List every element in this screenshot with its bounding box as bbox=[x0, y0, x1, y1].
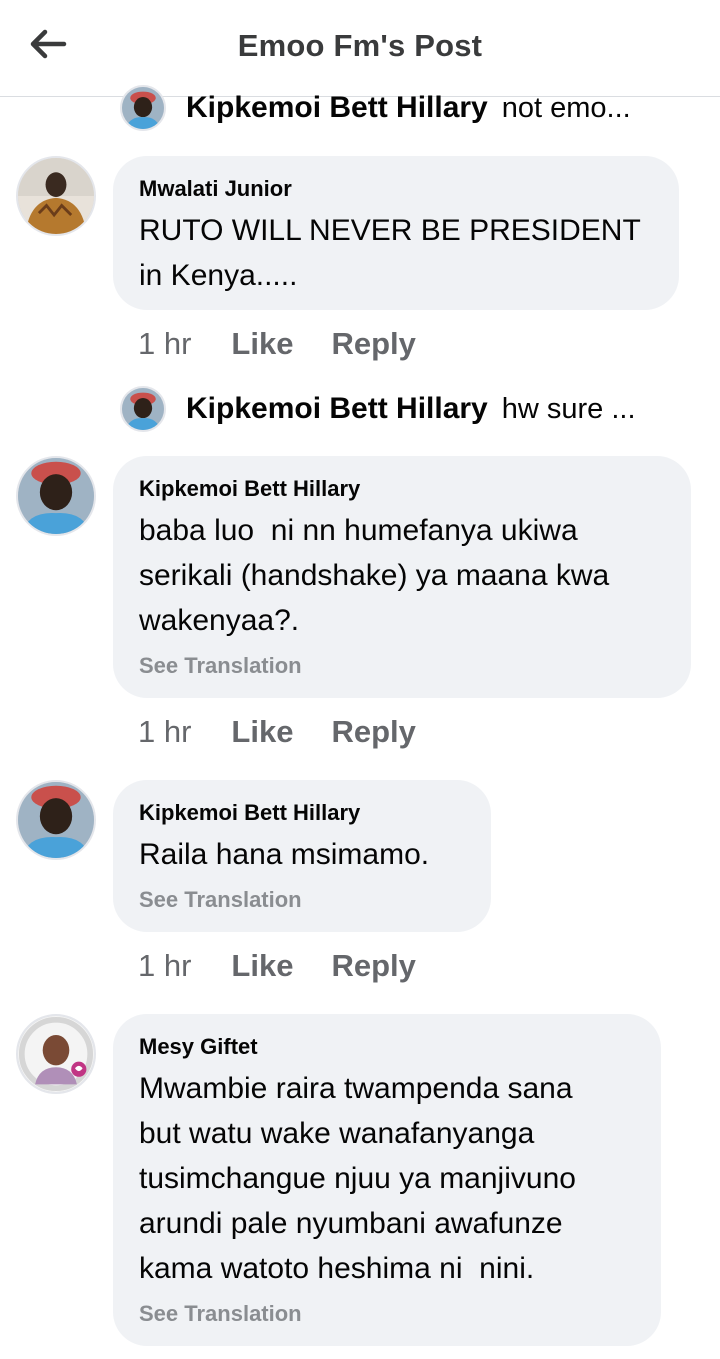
profile-photo bbox=[122, 87, 164, 129]
avatar[interactable] bbox=[120, 386, 166, 432]
comment-text: Mwambie raira twampenda sana but watu wa… bbox=[139, 1072, 576, 1285]
reply-author[interactable]: Kipkemoi Bett Hillary bbox=[186, 91, 488, 125]
comment-author[interactable]: Kipkemoi Bett Hillary bbox=[139, 800, 465, 826]
like-button[interactable]: Like bbox=[231, 948, 293, 984]
avatar[interactable] bbox=[16, 780, 96, 860]
top-bar: Emoo Fm's Post bbox=[0, 0, 720, 97]
avatar[interactable] bbox=[120, 85, 166, 131]
avatar[interactable] bbox=[16, 456, 96, 536]
comment-author[interactable]: Mwalati Junior bbox=[139, 176, 653, 202]
like-button[interactable]: Like bbox=[231, 326, 293, 362]
reply-button[interactable]: Reply bbox=[331, 326, 415, 362]
comment-actions: 1 hr Like Reply bbox=[138, 948, 454, 984]
profile-photo bbox=[18, 782, 94, 858]
reply-snippet: hw sure ... bbox=[501, 392, 636, 425]
comment-time[interactable]: 1 hr bbox=[138, 948, 191, 984]
reply-author[interactable]: Kipkemoi Bett Hillary bbox=[186, 392, 488, 426]
avatar[interactable] bbox=[16, 1014, 96, 1094]
see-translation-link[interactable]: See Translation bbox=[139, 1301, 635, 1327]
comment-bubble[interactable]: Kipkemoi Bett Hillary Raila hana msimamo… bbox=[113, 780, 491, 932]
comment-bubble[interactable]: Mwalati Junior RUTO WILL NEVER BE PRESID… bbox=[113, 156, 679, 310]
reply-preview[interactable]: Kipkemoi Bett Hillary not emo... bbox=[120, 85, 631, 131]
profile-photo bbox=[18, 1016, 94, 1092]
comment-time[interactable]: 1 hr bbox=[138, 326, 191, 362]
comment-author[interactable]: Kipkemoi Bett Hillary bbox=[139, 476, 665, 502]
profile-photo bbox=[18, 158, 94, 234]
avatar[interactable] bbox=[16, 156, 96, 236]
reply-snippet: not emo... bbox=[501, 91, 631, 124]
see-translation-link[interactable]: See Translation bbox=[139, 653, 665, 679]
profile-photo bbox=[122, 388, 164, 430]
see-translation-link[interactable]: See Translation bbox=[139, 887, 465, 913]
comment-author[interactable]: Mesy Giftet bbox=[139, 1034, 635, 1060]
comment-text: Raila hana msimamo. bbox=[139, 838, 430, 871]
comment-actions: 1 hr Like Reply bbox=[138, 714, 454, 750]
reply-button[interactable]: Reply bbox=[331, 714, 415, 750]
reply-preview[interactable]: Kipkemoi Bett Hillary hw sure ... bbox=[120, 386, 636, 432]
page-title: Emoo Fm's Post bbox=[237, 28, 483, 63]
profile-photo bbox=[18, 458, 94, 534]
comment-bubble[interactable]: Kipkemoi Bett Hillary baba luo ni nn hum… bbox=[113, 456, 691, 698]
comment-text: baba luo ni nn humefanya ukiwa serikali … bbox=[139, 514, 610, 637]
comment-time[interactable]: 1 hr bbox=[138, 714, 191, 750]
comment-actions: 1 hr Like Reply bbox=[138, 326, 454, 362]
reply-button[interactable]: Reply bbox=[331, 948, 415, 984]
comment-text: RUTO WILL NEVER BE PRESIDENT in Kenya...… bbox=[139, 214, 641, 292]
comment-bubble[interactable]: Mesy Giftet Mwambie raira twampenda sana… bbox=[113, 1014, 661, 1346]
like-button[interactable]: Like bbox=[231, 714, 293, 750]
